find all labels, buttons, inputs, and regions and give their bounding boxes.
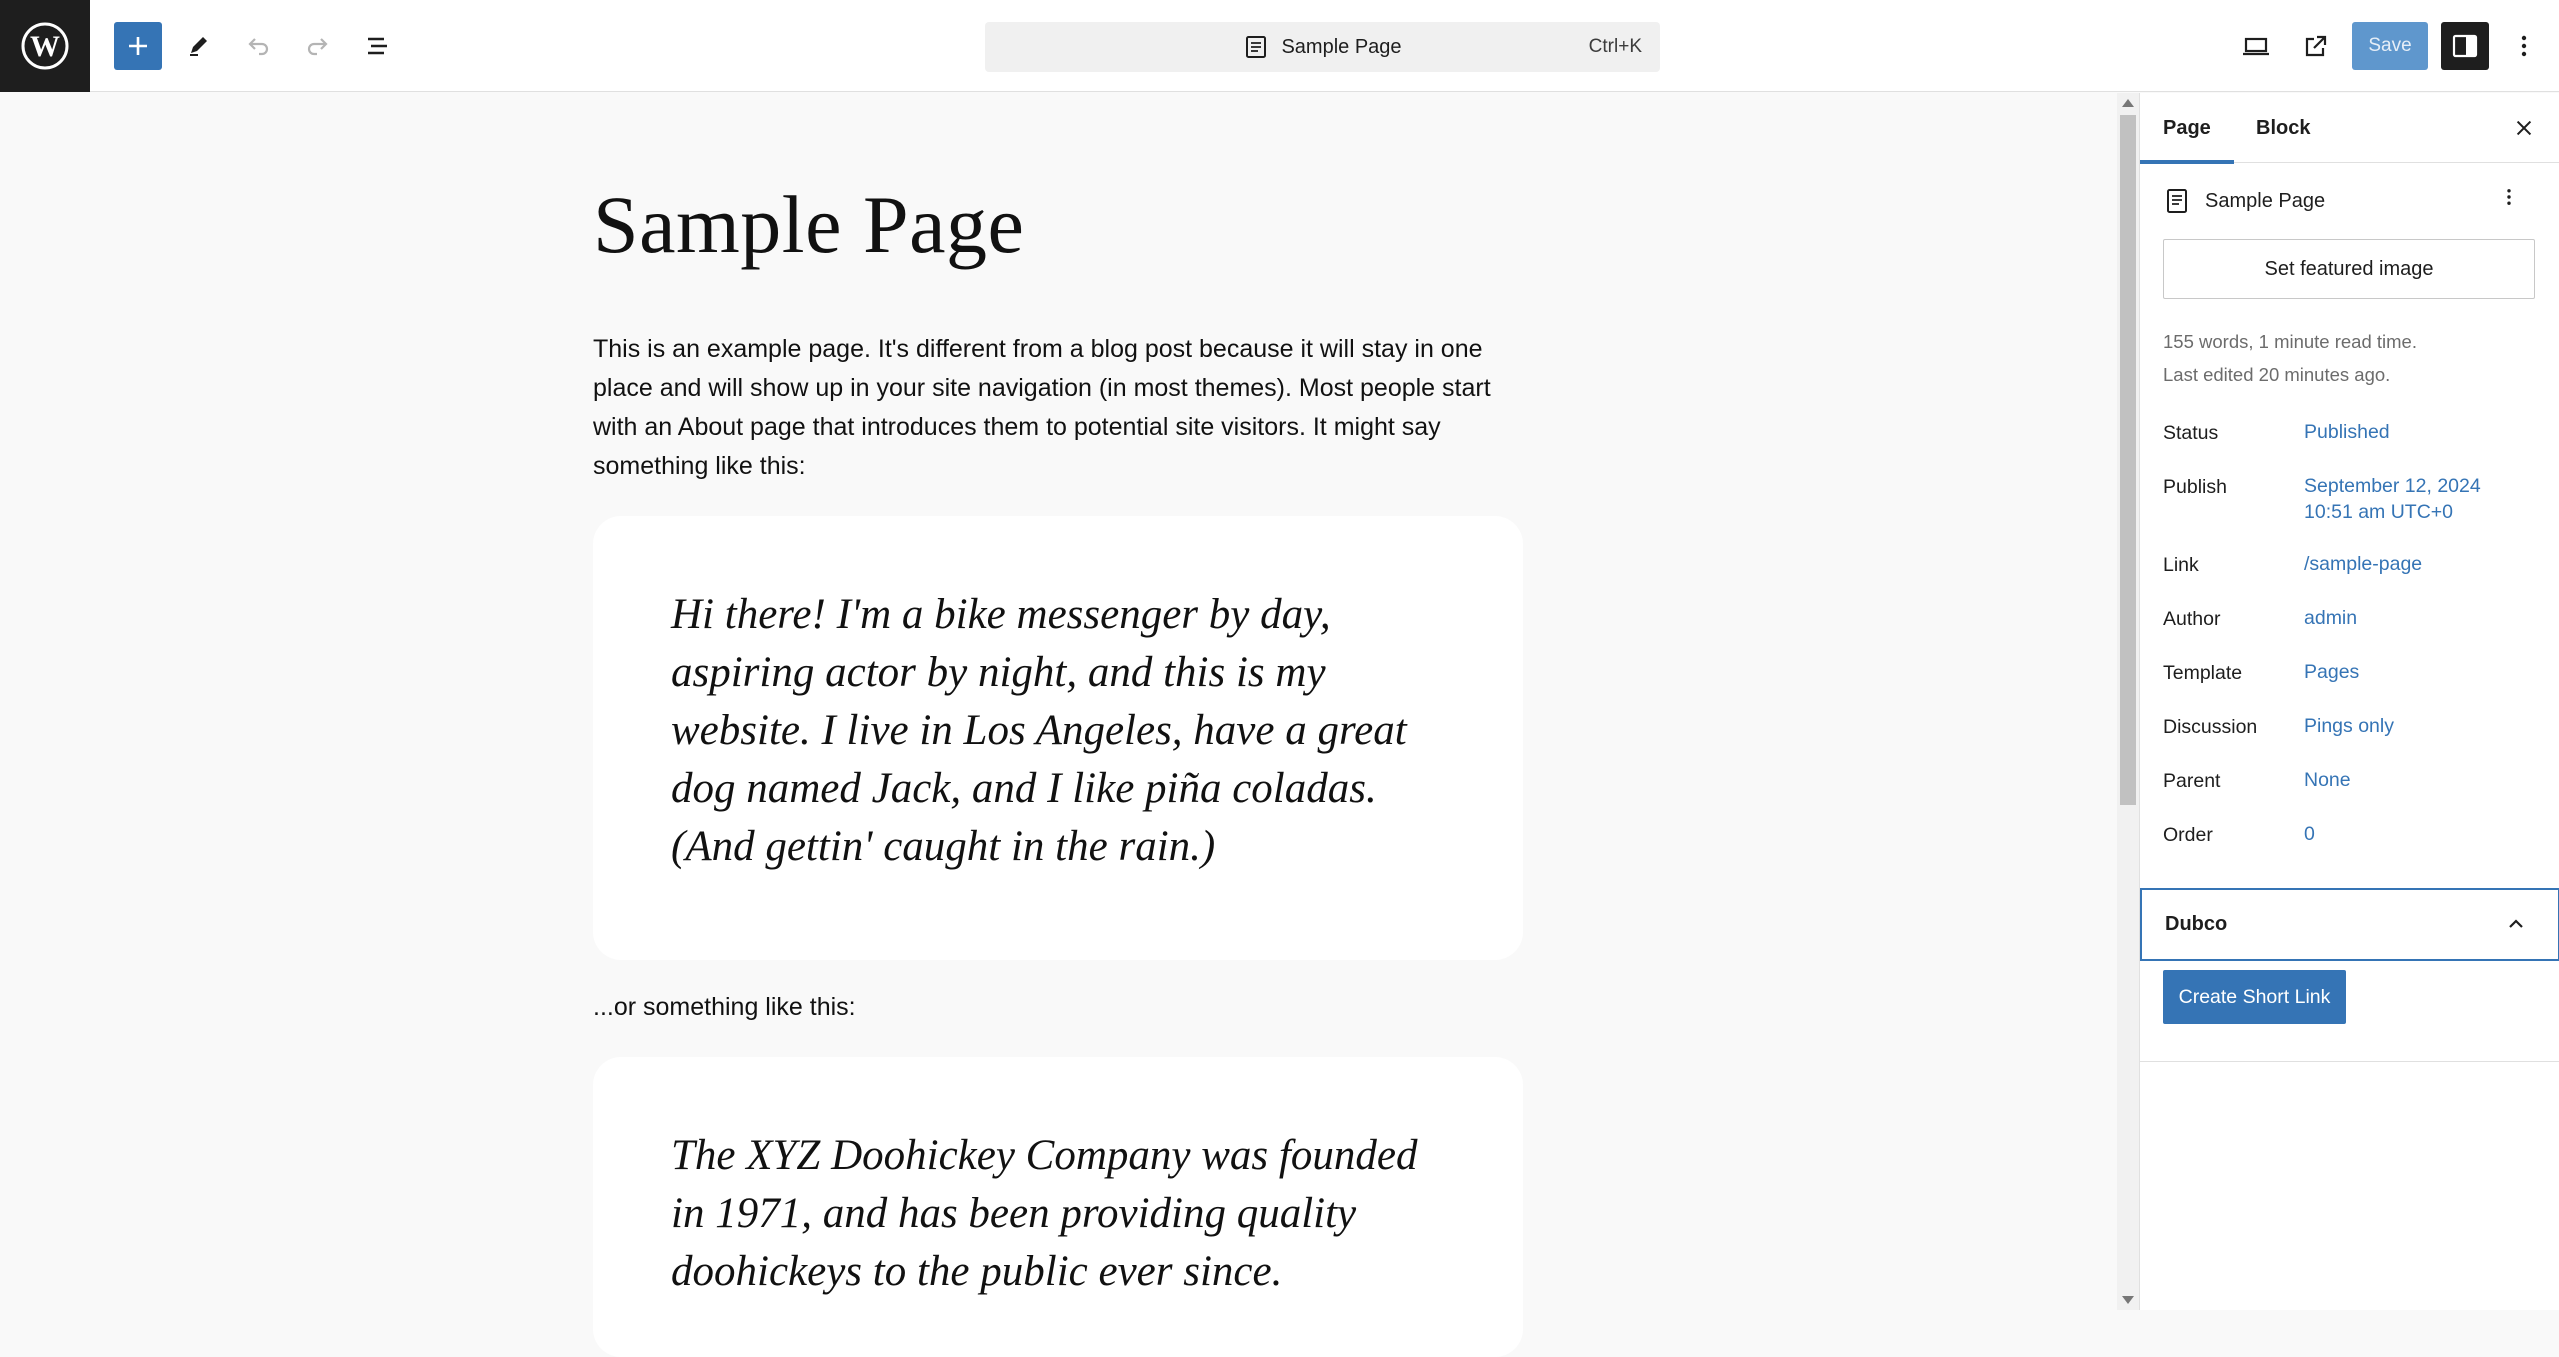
- settings-sidebar: Page Block Sample Page Set featured imag…: [2139, 93, 2559, 1310]
- last-edited: Last edited 20 minutes ago.: [2163, 364, 2391, 385]
- row-parent: Parent None: [2163, 767, 2536, 821]
- row-author: Author admin: [2163, 605, 2536, 659]
- save-button[interactable]: Save: [2352, 22, 2428, 70]
- row-template: Template Pages: [2163, 659, 2536, 713]
- canvas-scrollbar[interactable]: [2117, 93, 2139, 1310]
- editor-header: W Sample Page Ctrl+K Save: [0, 0, 2559, 92]
- order-label: Order: [2163, 824, 2213, 846]
- parent-label: Parent: [2163, 770, 2221, 792]
- external-link-icon: [2305, 35, 2327, 57]
- undo-button[interactable]: [234, 22, 282, 70]
- set-featured-image-button[interactable]: Set featured image: [2163, 239, 2535, 299]
- create-short-link-button[interactable]: Create Short Link: [2163, 970, 2346, 1024]
- post-meta-info: 155 words, 1 minute read time. Last edit…: [2163, 325, 2536, 391]
- discussion-label: Discussion: [2163, 716, 2258, 738]
- chevron-up-icon: [2509, 919, 2523, 928]
- dubco-panel-header[interactable]: Dubco: [2140, 888, 2559, 961]
- row-status: Status Published: [2163, 419, 2536, 473]
- quote-block-1[interactable]: Hi there! I'm a bike messenger by day, a…: [593, 516, 1523, 960]
- sidebar-tabs: Page Block: [2140, 93, 2559, 164]
- settings-toggle-button[interactable]: [2441, 22, 2489, 70]
- post-card: Sample Page: [2163, 163, 2536, 239]
- tools-button[interactable]: [174, 22, 222, 70]
- redo-icon: [307, 38, 328, 56]
- template-value[interactable]: Pages: [2304, 659, 2359, 685]
- page-icon: [1246, 36, 1267, 58]
- post-settings-rows: Status Published Publish September 12, 2…: [2163, 419, 2536, 875]
- tab-block[interactable]: Block: [2256, 93, 2310, 163]
- quote-block-2[interactable]: The XYZ Doohickey Company was founded in…: [593, 1057, 1523, 1357]
- publish-label: Publish: [2163, 476, 2227, 498]
- page-title[interactable]: Sample Page: [593, 178, 1024, 272]
- sidebar-toggle-icon: [2452, 34, 2478, 58]
- post-actions-kebab-icon[interactable]: [2495, 183, 2523, 211]
- intro-paragraph[interactable]: This is an example page. It's different …: [593, 330, 1513, 486]
- author-label: Author: [2163, 608, 2221, 630]
- discussion-value[interactable]: Pings only: [2304, 713, 2394, 739]
- document-bar[interactable]: Sample Page Ctrl+K: [985, 22, 1660, 72]
- template-label: Template: [2163, 662, 2243, 684]
- view-page-button[interactable]: [2292, 22, 2340, 70]
- word-count: 155 words, 1 minute read time.: [2163, 331, 2417, 352]
- publish-value[interactable]: September 12, 2024 10:51 am UTC+0: [2304, 473, 2481, 525]
- parent-value[interactable]: None: [2304, 767, 2351, 793]
- bridge-paragraph[interactable]: ...or something like this:: [593, 988, 1513, 1027]
- pencil-icon: [190, 37, 207, 56]
- publish-time: 10:51 am UTC+0: [2304, 501, 2454, 523]
- list-view-icon: [368, 37, 387, 55]
- scroll-thumb[interactable]: [2120, 115, 2136, 805]
- close-icon: [2516, 120, 2532, 136]
- order-value[interactable]: 0: [2304, 821, 2315, 847]
- panel-divider: [2140, 1061, 2559, 1062]
- desktop-icon: [2243, 37, 2269, 56]
- command-shortcut: Ctrl+K: [1588, 36, 1642, 57]
- redo-button[interactable]: [294, 22, 342, 70]
- status-label: Status: [2163, 422, 2219, 444]
- kebab-icon: [2521, 35, 2527, 57]
- row-order: Order 0: [2163, 821, 2536, 875]
- close-sidebar-button[interactable]: [2507, 111, 2541, 145]
- link-value[interactable]: /sample-page: [2304, 551, 2422, 577]
- undo-icon: [248, 38, 269, 56]
- list-view-button[interactable]: [354, 22, 402, 70]
- plus-icon: [129, 37, 147, 55]
- quote-text-1[interactable]: Hi there! I'm a bike messenger by day, a…: [671, 586, 1445, 876]
- post-card-title: Sample Page: [2205, 189, 2326, 212]
- post-summary-panel: Sample Page Set featured image 155 words…: [2140, 163, 2559, 875]
- publish-date: September 12, 2024: [2304, 475, 2481, 497]
- author-value[interactable]: admin: [2304, 605, 2357, 631]
- row-link: Link /sample-page: [2163, 551, 2536, 605]
- page-icon: [2167, 189, 2187, 213]
- view-button[interactable]: [2232, 22, 2280, 70]
- add-block-button[interactable]: [114, 22, 162, 70]
- options-button[interactable]: [2500, 22, 2548, 70]
- wordpress-logo-icon[interactable]: W: [0, 0, 90, 92]
- row-discussion: Discussion Pings only: [2163, 713, 2536, 767]
- scroll-down-arrow[interactable]: [2122, 1296, 2134, 1304]
- link-label: Link: [2163, 554, 2199, 576]
- dubco-panel-title: Dubco: [2165, 913, 2228, 935]
- scroll-up-arrow[interactable]: [2122, 99, 2134, 107]
- status-value[interactable]: Published: [2304, 419, 2390, 445]
- tab-page[interactable]: Page: [2140, 93, 2234, 164]
- document-title: Sample Page: [1281, 35, 1402, 58]
- quote-text-2[interactable]: The XYZ Doohickey Company was founded in…: [671, 1127, 1445, 1301]
- svg-text:W: W: [30, 30, 60, 63]
- row-publish: Publish September 12, 2024 10:51 am UTC+…: [2163, 473, 2536, 551]
